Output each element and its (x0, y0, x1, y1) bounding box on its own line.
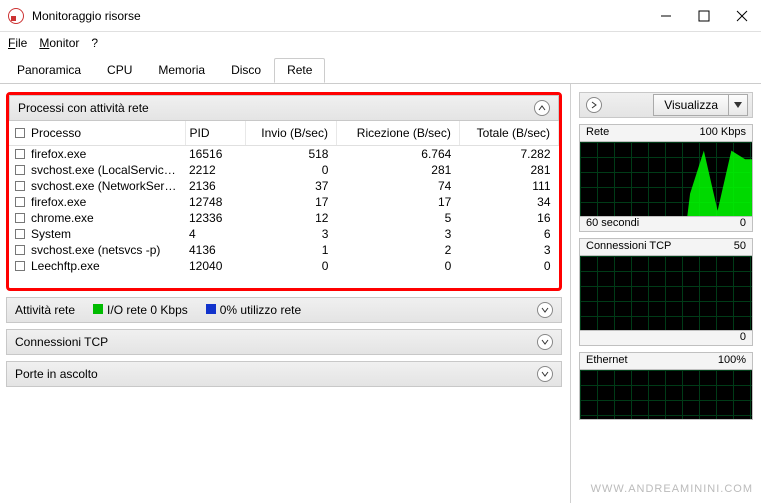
section-tcp-title: Connessioni TCP (15, 335, 108, 349)
section-listen-title: Porte in ascolto (15, 367, 98, 381)
tab-bar: Panoramica CPU Memoria Disco Rete (0, 54, 761, 84)
section-listen[interactable]: Porte in ascolto (6, 361, 562, 387)
col-recv[interactable]: Ricezione (B/sec) (336, 121, 459, 146)
tab-memoria[interactable]: Memoria (145, 58, 218, 83)
checkbox-icon[interactable] (15, 213, 25, 223)
checkbox-icon[interactable] (15, 245, 25, 255)
visualize-button[interactable]: Visualizza (653, 94, 748, 116)
chevron-down-icon[interactable] (537, 334, 553, 350)
checkbox-icon[interactable] (15, 197, 25, 207)
collapse-right-icon[interactable] (586, 97, 602, 113)
chevron-down-icon[interactable] (537, 302, 553, 318)
tab-disco[interactable]: Disco (218, 58, 274, 83)
section-processes-header[interactable]: Processi con attività rete (9, 95, 559, 121)
chart-rete: Rete100 Kbps 60 secondi0 (579, 124, 753, 232)
app-icon (8, 8, 24, 24)
col-process[interactable]: Processo (9, 121, 185, 146)
checkbox-all-icon[interactable] (15, 128, 25, 138)
window-title: Monitoraggio risorse (32, 9, 141, 23)
table-row[interactable]: chrome.exe1233612516 (9, 210, 559, 226)
maximize-button[interactable] (697, 9, 711, 23)
dropdown-icon[interactable] (728, 95, 747, 115)
menu-monitor[interactable]: Monitor (39, 36, 79, 50)
section-network-activity-title: Attività rete (15, 303, 75, 317)
checkbox-icon[interactable] (15, 229, 25, 239)
table-row[interactable]: svchost.exe (LocalServiceAn...2212028128… (9, 162, 559, 178)
table-row[interactable]: Leechftp.exe12040000 (9, 258, 559, 274)
chevron-down-icon[interactable] (537, 366, 553, 382)
title-bar: Monitoraggio risorse (0, 0, 761, 32)
right-header: Visualizza (579, 92, 753, 118)
checkbox-icon[interactable] (15, 165, 25, 175)
chevron-up-icon[interactable] (534, 100, 550, 116)
col-total[interactable]: Totale (B/sec) (459, 121, 558, 146)
table-row[interactable]: svchost.exe (NetworkService...2136377411… (9, 178, 559, 194)
process-table: Processo PID Invio (B/sec) Ricezione (B/… (9, 121, 559, 274)
tab-rete[interactable]: Rete (274, 58, 325, 83)
menu-help[interactable]: ? (91, 36, 98, 50)
table-row[interactable]: System4336 (9, 226, 559, 242)
section-tcp[interactable]: Connessioni TCP (6, 329, 562, 355)
menu-bar: File Monitor ? (0, 32, 761, 54)
table-row[interactable]: firefox.exe12748171734 (9, 194, 559, 210)
tab-cpu[interactable]: CPU (94, 58, 145, 83)
section-network-activity[interactable]: Attività rete I/O rete 0 Kbps 0% utilizz… (6, 297, 562, 323)
checkbox-icon[interactable] (15, 181, 25, 191)
checkbox-icon[interactable] (15, 149, 25, 159)
checkbox-icon[interactable] (15, 261, 25, 271)
chart-ethernet: Ethernet100% (579, 352, 753, 420)
section-processes-title: Processi con attività rete (18, 101, 149, 115)
chart-tcp: Connessioni TCP50 0 (579, 238, 753, 346)
minimize-button[interactable] (659, 9, 673, 23)
util-swatch-icon (206, 304, 216, 314)
table-row[interactable]: firefox.exe165165186.7647.282 (9, 146, 559, 163)
highlight-box: Processi con attività rete Processo PID … (6, 92, 562, 291)
col-send[interactable]: Invio (B/sec) (245, 121, 336, 146)
menu-file[interactable]: File (8, 36, 27, 50)
watermark: WWW.ANDREAMININI.COM (591, 483, 753, 495)
col-pid[interactable]: PID (185, 121, 245, 146)
io-swatch-icon (93, 304, 103, 314)
tab-panoramica[interactable]: Panoramica (4, 58, 94, 83)
table-row[interactable]: svchost.exe (netsvcs -p)4136123 (9, 242, 559, 258)
close-button[interactable] (735, 9, 749, 23)
